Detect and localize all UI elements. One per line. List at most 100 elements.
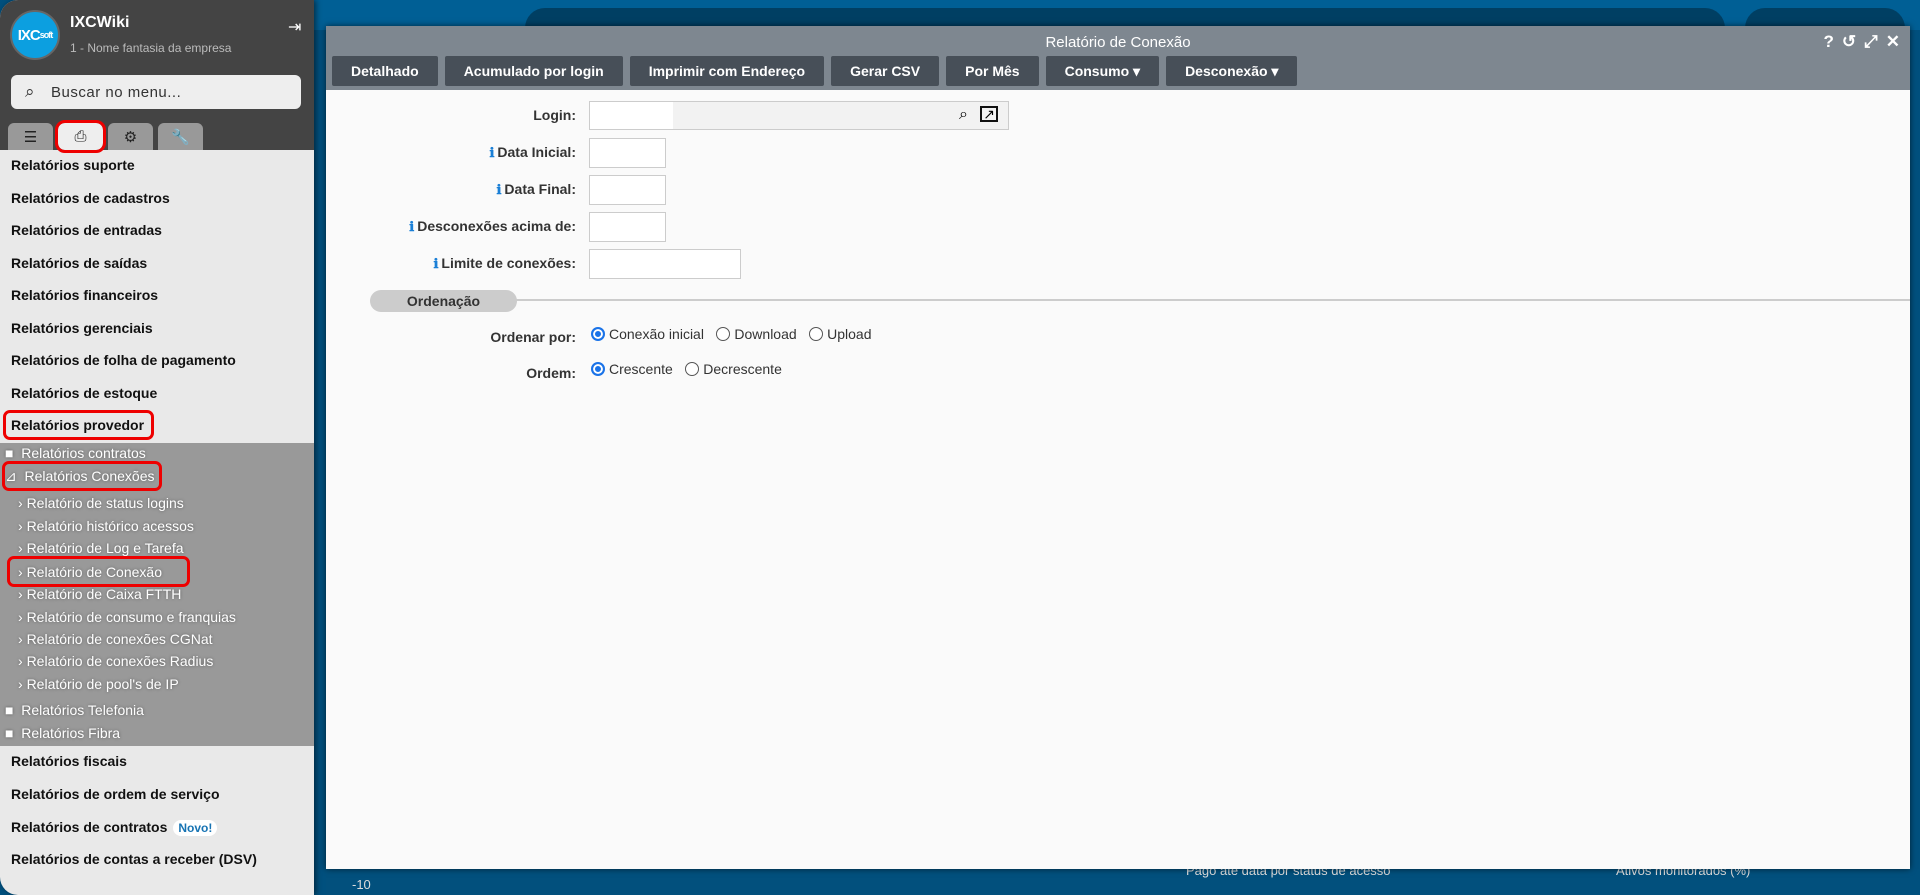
menu-item[interactable]: Relatórios de cadastros (11, 190, 170, 206)
desconexoes-input[interactable] (589, 212, 666, 242)
report-dialog: Relatório de Conexão ? ↺ ⤢ ✕ Detalhado A… (326, 26, 1910, 869)
sub-item-label: Relatório de consumo e franquias (26, 609, 236, 625)
radio-selected[interactable] (591, 362, 605, 376)
search-icon[interactable]: ⌕ (959, 106, 968, 124)
search-icon: ⌕ (25, 82, 36, 101)
expand-icon[interactable]: ⤢ (1864, 32, 1878, 52)
tab-gears-icon[interactable]: ⚙ (108, 123, 153, 150)
highlight-box (7, 556, 190, 587)
sub-item[interactable]: › Relatório de pool's de IP (18, 676, 179, 692)
menu-item-label: Relatórios de contratos (11, 819, 168, 835)
highlight-box (2, 461, 162, 491)
acumulado-button[interactable]: Acumulado por login (444, 56, 623, 86)
folder-fibra[interactable]: ■ Relatórios Fibra (5, 725, 120, 741)
history-icon[interactable]: ↺ (1842, 32, 1856, 52)
sidebar: IXC soft IXCWiki 1 - Nome fantasia da emp… (0, 0, 314, 895)
menu-item[interactable]: Relatórios de estoque (11, 385, 157, 401)
info-icon: ℹ (489, 145, 495, 160)
sub-item-label: Relatório de Caixa FTTH (26, 586, 182, 602)
data-final-label: Data Final: (504, 181, 576, 197)
desconexoes-label: Desconexões acima de: (417, 218, 576, 234)
detalhado-button[interactable]: Detalhado (332, 56, 438, 86)
menu-item[interactable]: Relatórios de saídas (11, 255, 147, 271)
sub-item[interactable]: › Relatório de conexões Radius (18, 653, 213, 669)
sub-item-label: Relatório histórico acessos (26, 518, 194, 534)
menu-item[interactable]: Relatórios de folha de pagamento (11, 352, 236, 368)
tab-print-icon[interactable]: ⎙ (55, 120, 106, 153)
radio-label: Crescente (609, 361, 673, 377)
section-divider (443, 299, 1910, 301)
radio-label: Conexão inicial (609, 326, 704, 342)
radio-selected[interactable] (591, 327, 605, 341)
sub-item[interactable]: › Relatório de conexões CGNat (18, 631, 213, 647)
menu-item[interactable]: Relatórios de contas a receber (DSV) (11, 851, 257, 867)
company-name: 1 - Nome fantasia da empresa (70, 41, 232, 55)
radio-label: Upload (827, 326, 872, 342)
submenu-provedor: ■ Relatórios contratos ⊿ Relatórios Cone… (0, 443, 314, 746)
limite-input[interactable] (589, 249, 741, 279)
consumo-dropdown[interactable]: Consumo ▾ (1045, 56, 1160, 86)
new-badge: Novo! (173, 820, 218, 836)
info-icon: ℹ (496, 182, 502, 197)
app-name: IXCWiki (70, 14, 130, 31)
data-inicial-label: Data Inicial: (497, 144, 576, 160)
folder-contratos[interactable]: ■ Relatórios contratos (5, 445, 146, 461)
menu-search-input[interactable]: ⌕ Buscar no menu... (11, 75, 301, 109)
sub-item[interactable]: › Relatório de consumo e franquias (18, 609, 236, 625)
logout-icon[interactable]: ⇥ (288, 17, 301, 37)
radio-upload[interactable]: Upload (809, 326, 872, 342)
radio-unselected[interactable] (809, 327, 824, 341)
sub-item-label: Relatório de pool's de IP (26, 676, 179, 692)
sub-item-label: Relatório de conexões Radius (26, 653, 214, 669)
ordem-label: Ordem: (526, 365, 576, 381)
sub-item[interactable]: › Relatório histórico acessos (18, 518, 194, 534)
tab-wrench-icon[interactable]: 🔧 (158, 123, 203, 150)
imprimir-endereco-button[interactable]: Imprimir com Endereço (629, 56, 825, 86)
radio-unselected[interactable] (716, 327, 731, 341)
folder-label: Relatórios Telefonia (21, 702, 144, 718)
limite-label: Limite de conexões: (441, 255, 576, 271)
menu-item[interactable]: Relatórios fiscais (11, 753, 127, 769)
close-icon[interactable]: ✕ (1886, 32, 1900, 52)
menu-item[interactable]: Relatórios de entradas (11, 222, 162, 238)
menu-item[interactable]: Relatórios suporte (11, 157, 135, 173)
sub-item[interactable]: › Relatório de Log e Tarefa (18, 540, 184, 556)
folder-icon: ■ (5, 445, 14, 461)
ordenar-label: Ordenar por: (490, 329, 576, 345)
folder-telefonia[interactable]: ■ Relatórios Telefonia (5, 702, 144, 718)
sub-item-label: Relatório de status logins (26, 495, 184, 511)
dialog-title: Relatório de Conexão (1045, 34, 1191, 51)
sub-item-label: Relatório de conexões CGNat (26, 631, 213, 647)
data-final-input[interactable] (589, 175, 666, 205)
desconexao-dropdown[interactable]: Desconexão ▾ (1166, 56, 1298, 86)
menu-item[interactable]: Relatórios gerenciais (11, 320, 153, 336)
company-logo: IXC soft (10, 10, 60, 60)
help-icon[interactable]: ? (1824, 32, 1834, 52)
radio-label: Decrescente (703, 361, 782, 377)
folder-icon: ■ (5, 702, 14, 718)
folder-icon: ■ (5, 725, 14, 741)
login-field[interactable]: ⌕ ↗ (589, 101, 1009, 130)
highlight-box (3, 410, 154, 440)
section-ordenacao: Ordenação (370, 290, 517, 312)
radio-unselected[interactable] (685, 362, 700, 376)
radio-download[interactable]: Download (716, 326, 797, 342)
menu-item[interactable]: Relatórios de ordem de serviço (11, 786, 220, 802)
axis-label: -10 (352, 877, 371, 892)
radio-crescente[interactable]: Crescente (591, 361, 673, 377)
gerar-csv-button[interactable]: Gerar CSV (831, 56, 940, 86)
menu-item[interactable]: Relatórios de contratos Novo! (11, 819, 218, 836)
radio-decrescente[interactable]: Decrescente (685, 361, 782, 377)
por-mes-button[interactable]: Por Mês (946, 56, 1039, 86)
sub-item[interactable]: › Relatório de status logins (18, 495, 184, 511)
tab-list-icon[interactable]: ☰ (8, 123, 53, 150)
open-link-icon[interactable]: ↗ (980, 106, 998, 122)
login-input[interactable] (590, 102, 673, 129)
radio-label: Download (734, 326, 797, 342)
data-inicial-input[interactable] (589, 138, 666, 168)
sub-item[interactable]: › Relatório de Caixa FTTH (18, 586, 181, 602)
search-placeholder: Buscar no menu... (51, 83, 182, 101)
login-label: Login: (533, 107, 576, 123)
radio-conexao-inicial[interactable]: Conexão inicial (591, 326, 704, 342)
menu-item[interactable]: Relatórios financeiros (11, 287, 158, 303)
